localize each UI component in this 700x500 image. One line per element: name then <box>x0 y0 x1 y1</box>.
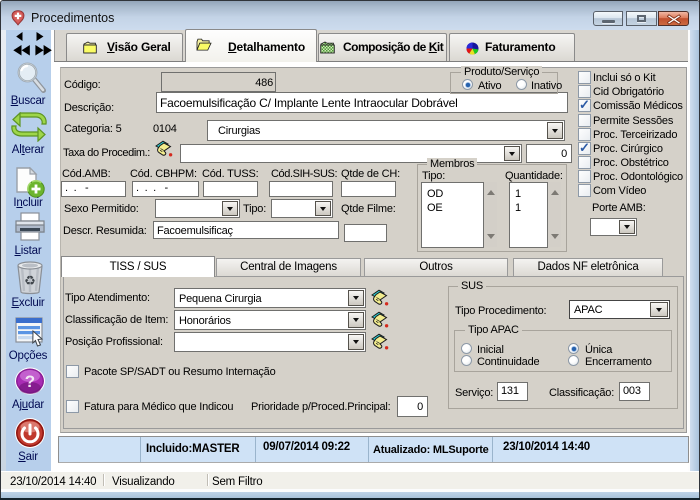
svg-text:?: ? <box>25 372 35 391</box>
svg-text:♻: ♻ <box>24 273 36 288</box>
